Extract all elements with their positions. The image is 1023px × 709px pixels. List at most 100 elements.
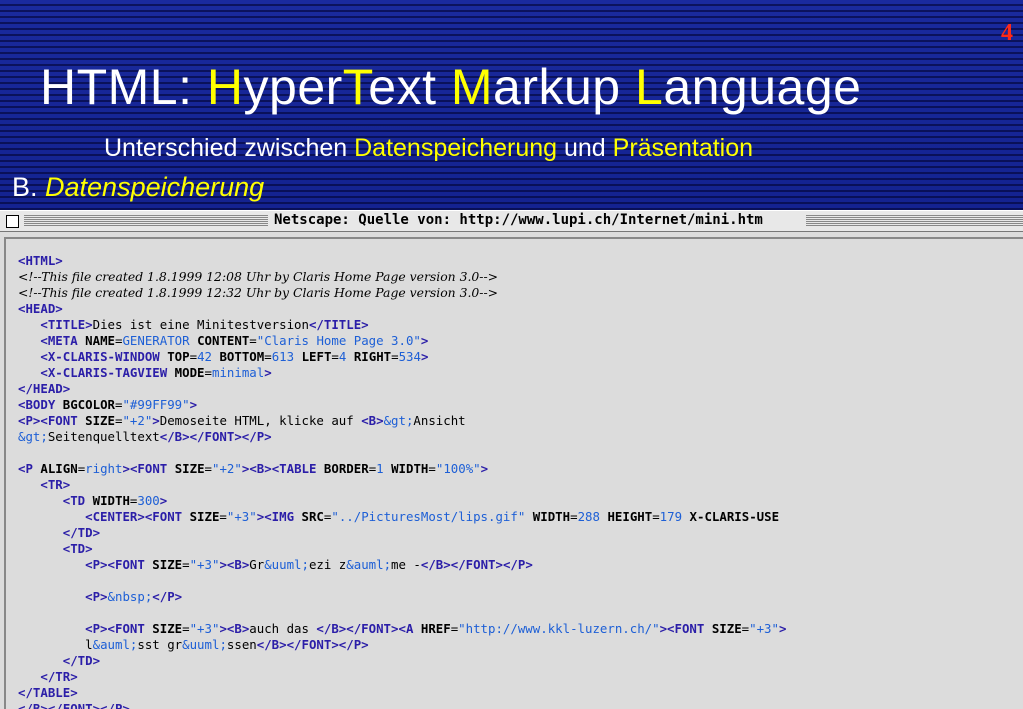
source-token: <!--This file created 1.8.1999 12:32 Uhr… — [18, 285, 499, 300]
source-token: = — [652, 509, 660, 524]
section-heading-part: B. — [12, 172, 46, 202]
source-token: </TR> — [40, 669, 78, 684]
window-titlebar[interactable]: Netscape: Quelle von: http://www.lupi.ch… — [0, 211, 1023, 232]
slide-subtitle-part: Unterschied zwischen — [104, 134, 355, 162]
source-token: Demoseite HTML, klicke auf — [159, 413, 362, 428]
titlebar-stripes-left — [24, 215, 268, 226]
source-line: <TITLE>Dies ist eine Minitestversion</TI… — [18, 317, 368, 332]
source-token: <BODY — [18, 397, 63, 412]
source-token: = — [189, 349, 198, 364]
source-token: Dies ist eine Minitestversion — [92, 317, 309, 332]
source-token: "100%" — [435, 461, 481, 476]
netscape-source-window: Netscape: Quelle von: http://www.lupi.ch… — [0, 210, 1023, 709]
source-line: <META NAME=GENERATOR CONTENT="Claris Hom… — [18, 333, 428, 348]
source-token — [18, 669, 40, 684]
source-line: <P>&nbsp;</P> — [18, 589, 182, 604]
source-token: = — [741, 621, 750, 636]
close-box-icon[interactable] — [6, 215, 19, 228]
source-token: <P><FONT — [85, 557, 153, 572]
source-token: 179 — [659, 509, 683, 524]
source-token: = — [570, 509, 578, 524]
slide-subtitle-part: und — [557, 134, 613, 162]
source-token — [18, 477, 40, 492]
source-token: <P> — [85, 589, 108, 604]
source-token: right — [85, 461, 123, 476]
source-token: l — [18, 637, 93, 652]
source-token: SIZE — [85, 413, 115, 428]
source-token: ><B> — [219, 621, 250, 636]
source-token: </TD> — [62, 653, 101, 668]
source-view[interactable]: <HTML> <!--This file created 1.8.1999 12… — [4, 237, 1023, 709]
source-line: </TD> — [18, 525, 100, 540]
source-line: <X-CLARIS-TAGVIEW MODE=minimal> — [18, 365, 271, 380]
source-token: BGCOLOR — [62, 397, 115, 412]
source-token — [18, 509, 85, 524]
source-token: &gt; — [18, 429, 48, 444]
source-token: SIZE — [711, 621, 742, 636]
source-token: BORDER — [323, 461, 369, 476]
source-line: <TD> — [18, 541, 93, 556]
source-token — [18, 349, 40, 364]
source-token — [18, 525, 63, 540]
source-token: <X-CLARIS-TAGVIEW — [40, 365, 175, 380]
source-token: minimal — [211, 365, 265, 380]
slide-title-part: arkup — [493, 59, 635, 115]
source-token: <P><FONT — [85, 621, 153, 636]
source-token: ><IMG — [256, 509, 302, 524]
source-token: RIGHT — [353, 349, 392, 364]
source-token: > — [778, 621, 787, 636]
source-token: = — [331, 349, 339, 364]
source-token — [18, 317, 40, 332]
source-line: <P><FONT SIZE="+2">Demoseite HTML, klick… — [18, 413, 466, 428]
source-line: </TR> — [18, 669, 78, 684]
source-token: "#99FF99" — [122, 397, 190, 412]
page-number: 4 — [1001, 20, 1013, 46]
source-token: <CENTER><FONT — [85, 509, 190, 524]
source-token: TOP — [167, 349, 190, 364]
source-line: <!--This file created 1.8.1999 12:32 Uhr… — [18, 285, 498, 300]
source-token: "+2" — [122, 413, 153, 428]
source-token: SIZE — [189, 509, 220, 524]
source-token: "+3" — [189, 557, 220, 572]
source-token — [682, 509, 689, 524]
source-token: SIZE — [174, 461, 205, 476]
slide-title-part: L — [635, 59, 664, 115]
source-token: 1 — [376, 461, 384, 476]
source-token: "Claris Home Page 3.0" — [256, 333, 421, 348]
source-line: <!--This file created 1.8.1999 12:08 Uhr… — [18, 269, 498, 284]
source-token: ALIGN — [40, 461, 78, 476]
source-line: <CENTER><FONT SIZE="+3"><IMG SRC="../Pic… — [18, 509, 779, 524]
source-token: Seitenquelltext — [47, 429, 160, 444]
source-token: me - — [391, 557, 421, 572]
source-token: BOTTOM — [219, 349, 265, 364]
source-token: CONTENT — [197, 333, 250, 348]
source-token: = — [219, 509, 227, 524]
source-token — [18, 557, 85, 572]
source-token: = — [182, 557, 190, 572]
source-token: GENERATOR — [122, 333, 190, 348]
source-token: </B></FONT></P> — [159, 429, 272, 444]
source-token: "+3" — [189, 621, 220, 636]
source-token: > — [159, 493, 168, 508]
source-token: > — [420, 333, 429, 348]
source-token: = — [428, 461, 436, 476]
source-token: > — [189, 397, 198, 412]
source-token: = — [264, 349, 272, 364]
source-token: <HEAD> — [18, 301, 63, 316]
source-token: <TITLE> — [40, 317, 93, 332]
source-token — [18, 333, 40, 348]
slide-title-part: M — [450, 59, 494, 115]
source-token: 288 — [577, 509, 600, 524]
source-token: <HTML> — [18, 253, 63, 268]
source-token — [384, 461, 391, 476]
source-token: </TABLE> — [18, 685, 78, 700]
source-token — [190, 333, 197, 348]
source-token — [18, 621, 85, 636]
source-line: <HEAD> — [18, 301, 63, 316]
source-token: &auml; — [92, 637, 138, 652]
source-token: </B></FONT></P> — [256, 637, 369, 652]
source-token: <X-CLARIS-WINDOW — [40, 349, 168, 364]
source-token: </HEAD> — [18, 381, 71, 396]
slide-title-part: H — [206, 59, 244, 115]
source-code: <HTML> <!--This file created 1.8.1999 12… — [18, 253, 786, 709]
